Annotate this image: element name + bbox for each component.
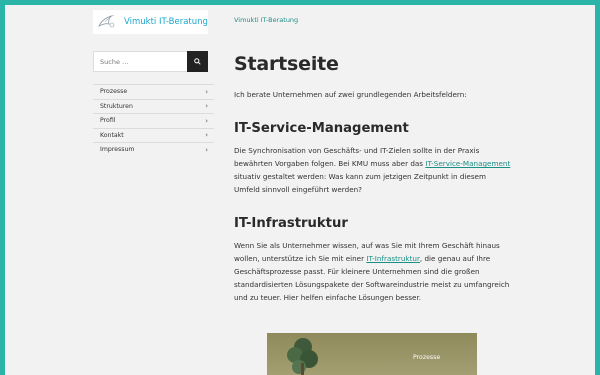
page-title: Startseite	[234, 53, 339, 75]
section-heading-infrastruktur: IT-Infrastruktur	[234, 216, 348, 231]
logo-text: Vimukti IT-Beratung	[124, 17, 208, 27]
sidebar-menu: Prozesse › Strukturen › Profil › Kontakt…	[93, 84, 214, 157]
chevron-right-icon: ›	[205, 131, 208, 140]
tree-illustration	[287, 338, 318, 375]
sidebar: Vimukti IT-Beratung Prozesse › Strukture…	[5, 5, 217, 375]
main-content: Startseite Ich berate Unternehmen auf zw…	[234, 53, 514, 304]
sidebar-item-label: Strukturen	[100, 102, 133, 110]
chevron-right-icon: ›	[205, 102, 208, 111]
intro-text: Ich berate Unternehmen auf zwei grundleg…	[234, 90, 467, 99]
page-frame: Vimukti IT-Beratung Prozesse › Strukture…	[5, 5, 595, 375]
hero-image[interactable]: Prozesse	[267, 333, 477, 375]
chevron-right-icon: ›	[205, 87, 208, 96]
site-title-link[interactable]: Vimukti IT-Beratung	[234, 16, 298, 24]
link-infrastruktur[interactable]: IT-Infrastruktur	[366, 254, 420, 263]
site-logo[interactable]: Vimukti IT-Beratung	[93, 10, 208, 34]
search-button[interactable]	[187, 51, 208, 72]
hero-label: Prozesse	[413, 354, 441, 361]
sidebar-item-strukturen[interactable]: Strukturen ›	[93, 98, 214, 114]
search-icon	[194, 58, 201, 65]
chevron-right-icon: ›	[205, 116, 208, 125]
link-itsm[interactable]: IT-Service-Management	[425, 159, 510, 168]
sidebar-item-label: Impressum	[100, 146, 135, 154]
text-segment: situativ gestaltet werden: Was kann zum …	[234, 172, 486, 194]
search-form	[93, 51, 208, 72]
sidebar-item-label: Prozesse	[100, 88, 128, 96]
sidebar-item-profil[interactable]: Profil ›	[93, 113, 214, 128]
section-text-infrastruktur: Wenn Sie als Unternehmer wissen, auf was…	[234, 239, 514, 304]
section-text-itsm: Die Synchronisation von Geschäfts- und I…	[234, 144, 514, 196]
sidebar-item-label: Profil	[100, 117, 116, 125]
chevron-right-icon: ›	[205, 145, 208, 154]
sidebar-item-label: Kontakt	[100, 131, 124, 139]
section-heading-itsm: IT-Service-Management	[234, 121, 409, 136]
sidebar-item-kontakt[interactable]: Kontakt ›	[93, 127, 214, 143]
sidebar-item-impressum[interactable]: Impressum ›	[93, 142, 214, 157]
logo-bird-icon	[98, 14, 115, 28]
sidebar-item-prozesse[interactable]: Prozesse ›	[93, 84, 214, 99]
search-input[interactable]	[93, 51, 187, 72]
